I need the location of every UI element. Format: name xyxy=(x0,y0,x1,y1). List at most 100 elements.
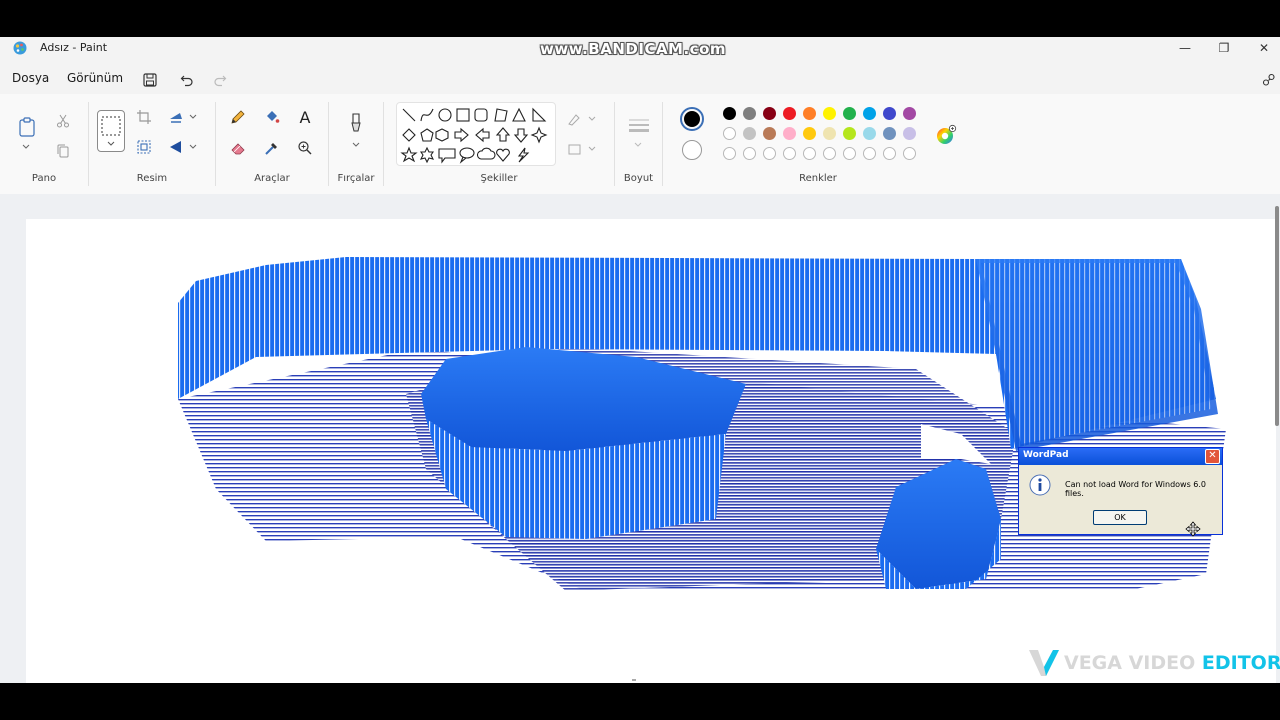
redo-button[interactable] xyxy=(209,69,231,91)
pencil-icon xyxy=(231,110,245,124)
oval-shape-icon xyxy=(438,108,452,122)
brush-chevron-icon[interactable] xyxy=(352,142,360,148)
color-swatch[interactable] xyxy=(883,107,896,120)
fill-button[interactable] xyxy=(261,106,283,128)
custom-color-slot[interactable] xyxy=(823,147,836,160)
custom-color-slot[interactable] xyxy=(763,147,776,160)
custom-color-slot[interactable] xyxy=(903,147,916,160)
share-button[interactable] xyxy=(1258,69,1280,91)
primary-color-fill xyxy=(684,111,700,127)
dialog-title-bar[interactable]: WordPad ✕ xyxy=(1019,448,1222,465)
custom-color-slot[interactable] xyxy=(783,147,796,160)
paint-bucket-icon xyxy=(267,111,280,123)
custom-color-slot[interactable] xyxy=(863,147,876,160)
color-swatch[interactable] xyxy=(783,127,796,140)
color-wheel-icon xyxy=(937,124,957,144)
right-arrow-shape-icon xyxy=(454,127,469,143)
magnifier-button[interactable] xyxy=(294,137,316,159)
canvas-area: WordPad ✕ Can not load Word for Windows … xyxy=(0,194,1280,683)
tools-label: Araçlar xyxy=(254,173,290,184)
menu-view[interactable]: Görünüm xyxy=(67,71,123,85)
horizontal-scrollbar[interactable] xyxy=(632,679,636,681)
custom-color-slot[interactable] xyxy=(843,147,856,160)
color-swatch[interactable] xyxy=(883,127,896,140)
maximize-button[interactable]: ❐ xyxy=(1204,37,1244,59)
brushes-group: Fırçalar xyxy=(329,94,383,194)
paste-button[interactable] xyxy=(15,114,39,140)
menu-file[interactable]: Dosya xyxy=(12,71,49,85)
color-swatch[interactable] xyxy=(763,107,776,120)
color-swatch[interactable] xyxy=(743,127,756,140)
color-swatch[interactable] xyxy=(803,127,816,140)
primary-color-swatch[interactable] xyxy=(680,107,704,131)
color-swatch[interactable] xyxy=(863,127,876,140)
copy-icon xyxy=(57,144,69,158)
dialog-ok-button[interactable]: OK xyxy=(1093,510,1147,525)
edit-colors-button[interactable] xyxy=(935,124,957,146)
line-width-icon xyxy=(629,119,649,132)
vega-watermark-text: VEGA VIDEO xyxy=(1064,652,1202,674)
vertical-scrollbar[interactable] xyxy=(1275,206,1279,426)
brush-button[interactable] xyxy=(345,110,367,136)
paste-chevron-icon[interactable] xyxy=(22,144,30,150)
color-swatch[interactable] xyxy=(723,107,736,120)
eraser-icon xyxy=(231,143,245,155)
image-label: Resim xyxy=(136,173,168,184)
custom-color-slot[interactable] xyxy=(803,147,816,160)
text-button[interactable]: A xyxy=(294,106,316,128)
secondary-color-swatch[interactable] xyxy=(682,140,702,160)
select-button[interactable] xyxy=(97,110,125,152)
minimize-button[interactable]: — xyxy=(1165,37,1205,59)
fill-shape-button[interactable] xyxy=(566,138,598,160)
five-point-star-shape-icon xyxy=(400,146,418,163)
cut-button[interactable] xyxy=(52,110,74,132)
eraser-button[interactable] xyxy=(227,137,249,159)
crop-button[interactable] xyxy=(133,106,155,128)
color-swatch[interactable] xyxy=(803,107,816,120)
color-swatch[interactable] xyxy=(783,107,796,120)
color-swatch[interactable] xyxy=(763,127,776,140)
brush-icon xyxy=(351,113,361,132)
cut-icon xyxy=(57,114,69,128)
color-swatch[interactable] xyxy=(843,107,856,120)
title-bar[interactable]: Adsız - Paint www.BANDICAM.com — ❐ ✕ xyxy=(0,37,1280,59)
custom-color-slot[interactable] xyxy=(723,147,736,160)
curve-shape-icon xyxy=(420,108,434,122)
size-button[interactable] xyxy=(627,114,651,136)
color-swatch[interactable] xyxy=(743,107,756,120)
magnifier-icon xyxy=(298,141,312,155)
ribbon: Pano Resim A Araçlar Fırçalar Şekiller B… xyxy=(0,94,1280,194)
color-swatch[interactable] xyxy=(823,127,836,140)
flip-button[interactable] xyxy=(167,136,199,158)
color-swatch[interactable] xyxy=(723,127,736,140)
rotate-icon xyxy=(170,113,197,123)
resize-button[interactable] xyxy=(133,136,155,158)
close-button[interactable]: ✕ xyxy=(1244,37,1280,59)
size-label: Boyut xyxy=(623,173,654,184)
color-swatch[interactable] xyxy=(823,107,836,120)
clipboard-group: Pano xyxy=(0,94,88,194)
fill-shape-icon xyxy=(568,144,596,155)
color-swatch[interactable] xyxy=(903,127,916,140)
right-triangle-shape-icon xyxy=(532,107,547,122)
outline-button[interactable] xyxy=(566,108,598,130)
rotate-button[interactable] xyxy=(167,106,199,128)
pencil-button[interactable] xyxy=(227,106,249,128)
color-swatch[interactable] xyxy=(903,107,916,120)
drawing-canvas[interactable]: WordPad ✕ Can not load Word for Windows … xyxy=(26,219,1276,683)
color-swatch[interactable] xyxy=(863,107,876,120)
color-swatch[interactable] xyxy=(843,127,856,140)
save-button[interactable] xyxy=(139,69,161,91)
copy-button[interactable] xyxy=(52,140,74,162)
up-arrow-shape-icon xyxy=(495,127,511,142)
dialog-close-button[interactable]: ✕ xyxy=(1205,449,1220,464)
custom-color-slot[interactable] xyxy=(743,147,756,160)
down-arrow-shape-icon xyxy=(513,128,529,143)
rectangle-shape-icon xyxy=(456,108,470,122)
dialog-message: Can not load Word for Windows 6.0 files. xyxy=(1065,480,1207,498)
color-picker-button[interactable] xyxy=(261,137,283,159)
custom-color-slot[interactable] xyxy=(883,147,896,160)
dialog-title: WordPad xyxy=(1023,450,1069,460)
undo-button[interactable] xyxy=(176,69,198,91)
size-chevron-icon[interactable] xyxy=(634,142,642,148)
